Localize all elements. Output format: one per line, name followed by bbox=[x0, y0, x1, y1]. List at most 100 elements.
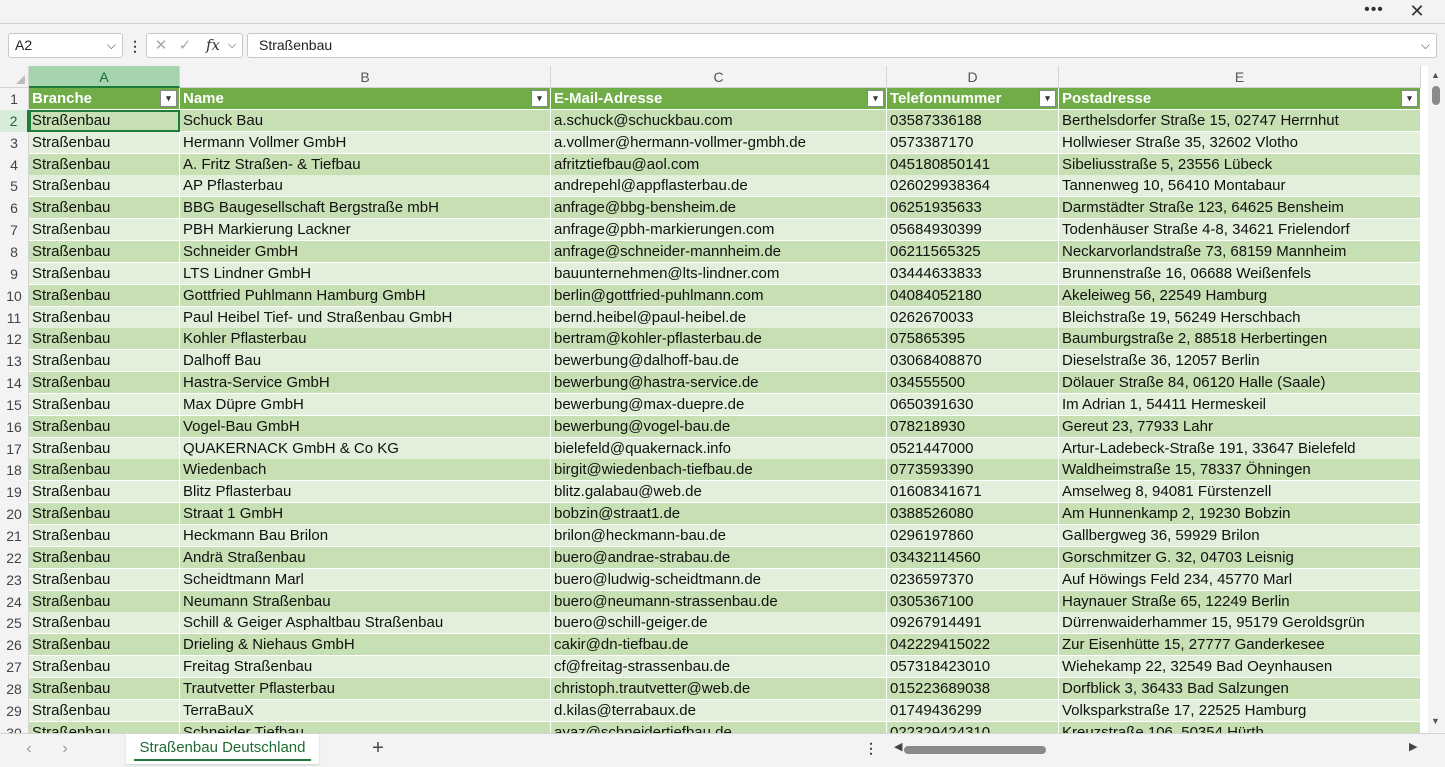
row-header[interactable]: 24 bbox=[0, 590, 29, 613]
table-cell[interactable]: 0305367100 bbox=[887, 590, 1059, 613]
table-cell[interactable]: 0773593390 bbox=[887, 459, 1059, 482]
row-header[interactable]: 10 bbox=[0, 284, 29, 307]
table-cell[interactable]: Straßenbau bbox=[29, 590, 180, 613]
filter-dropdown-icon[interactable]: ▾ bbox=[1039, 90, 1056, 107]
row-header[interactable]: 19 bbox=[0, 481, 29, 504]
table-cell[interactable]: Straßenbau bbox=[29, 175, 180, 198]
table-cell[interactable]: bewerbung@max-duepre.de bbox=[551, 393, 887, 416]
column-header-c[interactable]: C bbox=[551, 66, 887, 88]
row-header[interactable]: 16 bbox=[0, 415, 29, 438]
table-cell[interactable]: anfrage@bbg-bensheim.de bbox=[551, 197, 887, 220]
table-cell[interactable]: Straßenbau bbox=[29, 525, 180, 547]
table-cell[interactable]: Trautvetter Pflasterbau bbox=[180, 677, 551, 700]
table-cell[interactable]: christoph.trautvetter@web.de bbox=[551, 677, 887, 700]
table-cell[interactable]: 0296197860 bbox=[887, 525, 1059, 547]
table-cell[interactable]: 034555500 bbox=[887, 372, 1059, 395]
table-cell[interactable]: Akeleiweg 56, 22549 Hamburg bbox=[1059, 284, 1421, 307]
table-cell[interactable]: Hollwieser Straße 35, 32602 Vlotho bbox=[1059, 131, 1421, 154]
table-cell[interactable]: Straßenbau bbox=[29, 306, 180, 329]
row-header[interactable]: 22 bbox=[0, 546, 29, 569]
table-cell[interactable]: 06211565325 bbox=[887, 240, 1059, 263]
table-cell[interactable]: Straßenbau bbox=[29, 437, 180, 460]
column-header-d[interactable]: D bbox=[887, 66, 1059, 88]
insert-function-button[interactable]: fx bbox=[203, 34, 223, 57]
table-cell[interactable]: buero@andrae-strabau.de bbox=[551, 546, 887, 569]
row-header[interactable]: 6 bbox=[0, 197, 29, 220]
row-header[interactable]: 20 bbox=[0, 503, 29, 526]
table-cell[interactable]: PBH Markierung Lackner bbox=[180, 219, 551, 242]
table-cell[interactable]: blitz.galabau@web.de bbox=[551, 481, 887, 504]
scroll-left-icon[interactable]: ◀ bbox=[894, 740, 902, 753]
row-header[interactable]: 12 bbox=[0, 328, 29, 351]
prev-sheet-icon[interactable]: ‹ bbox=[20, 740, 38, 758]
row-header[interactable]: 27 bbox=[0, 656, 29, 679]
table-cell[interactable]: LTS Lindner GmbH bbox=[180, 262, 551, 285]
row-header[interactable]: 21 bbox=[0, 525, 29, 547]
table-cell[interactable]: Dürrenwaiderhammer 15, 95179 Geroldsgrün bbox=[1059, 612, 1421, 635]
table-cell[interactable]: bewerbung@dalhoff-bau.de bbox=[551, 350, 887, 373]
cancel-formula-button[interactable]: ✕ bbox=[151, 34, 171, 57]
table-cell[interactable]: bobzin@straat1.de bbox=[551, 503, 887, 526]
table-cell[interactable]: Straßenbau bbox=[29, 131, 180, 154]
scroll-up-icon[interactable]: ▲ bbox=[1431, 70, 1440, 80]
table-cell[interactable]: Hastra-Service GmbH bbox=[180, 372, 551, 395]
table-cell[interactable]: 03587336188 bbox=[887, 109, 1059, 132]
table-cell[interactable]: 04084052180 bbox=[887, 284, 1059, 307]
table-cell[interactable]: Am Hunnenkamp 2, 19230 Bobzin bbox=[1059, 503, 1421, 526]
table-cell[interactable]: A. Fritz Straßen- & Tiefbau bbox=[180, 153, 551, 176]
table-cell[interactable]: Straßenbau bbox=[29, 415, 180, 438]
table-cell[interactable]: bernd.heibel@paul-heibel.de bbox=[551, 306, 887, 329]
row-header[interactable]: 18 bbox=[0, 459, 29, 482]
table-cell[interactable]: Andrä Straßenbau bbox=[180, 546, 551, 569]
formula-bar-splitter[interactable]: ⋮ bbox=[128, 36, 142, 56]
table-cell[interactable]: Amselweg 8, 94081 Fürstenzell bbox=[1059, 481, 1421, 504]
table-header-cell[interactable]: Telefonnummer ▾ bbox=[887, 88, 1059, 110]
table-cell[interactable]: bewerbung@hastra-service.de bbox=[551, 372, 887, 395]
table-cell[interactable]: Straßenbau bbox=[29, 219, 180, 242]
table-cell[interactable]: Drieling & Niehaus GmbH bbox=[180, 634, 551, 657]
table-cell[interactable]: buero@neumann-strassenbau.de bbox=[551, 590, 887, 613]
table-cell[interactable]: Todenhäuser Straße 4-8, 34621 Frielendor… bbox=[1059, 219, 1421, 242]
table-cell[interactable]: Volksparkstraße 17, 22525 Hamburg bbox=[1059, 699, 1421, 722]
tab-splitter[interactable]: ⋮ bbox=[864, 740, 878, 760]
table-cell[interactable]: Straat 1 GmbH bbox=[180, 503, 551, 526]
enter-formula-button[interactable]: ✓ bbox=[175, 34, 195, 57]
table-cell[interactable]: afritztiefbau@aol.com bbox=[551, 153, 887, 176]
table-cell[interactable]: 075865395 bbox=[887, 328, 1059, 351]
table-cell[interactable]: Dölauer Straße 84, 06120 Halle (Saale) bbox=[1059, 372, 1421, 395]
table-cell[interactable]: Straßenbau bbox=[29, 546, 180, 569]
table-cell[interactable]: Freitag Straßenbau bbox=[180, 656, 551, 679]
row-header[interactable]: 29 bbox=[0, 699, 29, 722]
table-cell[interactable]: cakir@dn-tiefbau.de bbox=[551, 634, 887, 657]
row-header[interactable]: 15 bbox=[0, 393, 29, 416]
table-cell[interactable]: Straßenbau bbox=[29, 612, 180, 635]
expand-formula-icon[interactable]: ⌵ bbox=[1421, 34, 1430, 57]
row-header[interactable]: 5 bbox=[0, 175, 29, 198]
table-cell[interactable]: Straßenbau bbox=[29, 262, 180, 285]
table-cell[interactable]: Schneider GmbH bbox=[180, 240, 551, 263]
table-cell[interactable]: BBG Baugesellschaft Bergstraße mbH bbox=[180, 197, 551, 220]
row-header[interactable]: 7 bbox=[0, 219, 29, 242]
table-cell[interactable]: brilon@heckmann-bau.de bbox=[551, 525, 887, 547]
table-cell[interactable]: ayaz@schneidertiefbau.de bbox=[551, 721, 887, 733]
table-cell[interactable]: Max Düpre GmbH bbox=[180, 393, 551, 416]
table-cell[interactable]: Straßenbau bbox=[29, 481, 180, 504]
table-cell[interactable]: d.kilas@terrabaux.de bbox=[551, 699, 887, 722]
table-cell[interactable]: 0521447000 bbox=[887, 437, 1059, 460]
table-cell[interactable]: Straßenbau bbox=[29, 197, 180, 220]
table-cell[interactable]: Straßenbau bbox=[29, 568, 180, 591]
column-header-a[interactable]: A bbox=[29, 66, 180, 88]
table-cell[interactable]: 03444633833 bbox=[887, 262, 1059, 285]
table-cell[interactable]: Heckmann Bau Brilon bbox=[180, 525, 551, 547]
spreadsheet-grid[interactable]: A B C D E 1 Branche ▾ Name ▾ E-Mail-Adresse ▾ Telefo… bbox=[0, 66, 1428, 733]
table-cell[interactable]: Schill & Geiger Asphaltbau Straßenbau bbox=[180, 612, 551, 635]
table-cell[interactable]: 0236597370 bbox=[887, 568, 1059, 591]
table-header-cell[interactable]: Name ▾ bbox=[180, 88, 551, 110]
table-cell[interactable]: Bleichstraße 19, 56249 Herschbach bbox=[1059, 306, 1421, 329]
table-cell[interactable]: Auf Höwings Feld 234, 45770 Marl bbox=[1059, 568, 1421, 591]
table-cell[interactable]: 045180850141 bbox=[887, 153, 1059, 176]
table-cell[interactable]: cf@freitag-strassenbau.de bbox=[551, 656, 887, 679]
row-header[interactable]: 13 bbox=[0, 350, 29, 373]
table-cell[interactable]: Straßenbau bbox=[29, 677, 180, 700]
row-header[interactable]: 23 bbox=[0, 568, 29, 591]
